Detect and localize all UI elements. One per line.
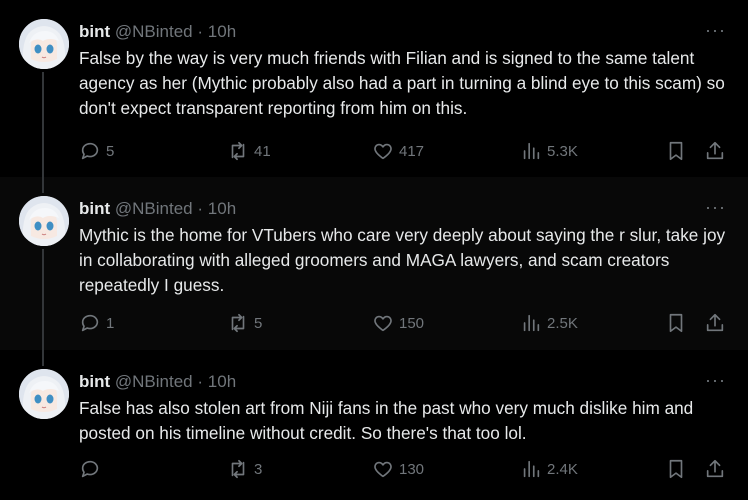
reply-icon <box>81 460 99 478</box>
tweet-content: bint @NBinted · 10h ··· False by the way… <box>79 20 726 121</box>
views-icon <box>523 314 540 332</box>
share-button[interactable] <box>704 457 726 481</box>
views-button[interactable]: 2.5K <box>520 311 578 335</box>
tweet-header: bint @NBinted · 10h <box>79 20 726 44</box>
like-count: 130 <box>399 460 425 478</box>
tweet-header: bint @NBinted · 10h <box>79 197 726 221</box>
author-handle[interactable]: @NBinted <box>115 22 193 41</box>
repost-count: 3 <box>254 460 263 478</box>
tweet-3[interactable]: bint @NBinted · 10h ··· False has also s… <box>0 350 748 500</box>
tweet-header: bint @NBinted · 10h <box>79 370 726 394</box>
views-count: 2.4K <box>547 460 578 478</box>
more-icon[interactable]: ··· <box>705 20 726 40</box>
more-icon[interactable]: ··· <box>705 370 726 390</box>
avatar[interactable] <box>19 369 69 419</box>
author-name[interactable]: bint <box>79 22 110 41</box>
bookmark-icon <box>669 313 683 333</box>
repost-button[interactable]: 5 <box>227 311 262 335</box>
avatar[interactable] <box>19 19 69 69</box>
like-button[interactable]: 130 <box>372 457 424 481</box>
reply-button[interactable]: 5 <box>79 139 114 163</box>
reply-icon <box>81 142 99 160</box>
reply-button[interactable] <box>79 457 106 481</box>
reply-count: 5 <box>106 142 115 160</box>
share-button[interactable] <box>704 139 726 163</box>
views-button[interactable]: 2.4K <box>520 457 578 481</box>
avatar[interactable] <box>19 196 69 246</box>
reply-count: 1 <box>106 314 115 332</box>
bookmark-button[interactable] <box>665 457 687 481</box>
author-handle[interactable]: @NBinted <box>115 199 193 218</box>
like-icon <box>374 143 392 160</box>
share-icon <box>706 141 724 160</box>
like-count: 150 <box>399 314 425 332</box>
tweet-1[interactable]: bint @NBinted · 10h ··· False by the way… <box>0 0 748 177</box>
views-icon <box>523 460 540 478</box>
reply-icon <box>81 314 99 332</box>
views-count: 5.3K <box>547 142 578 160</box>
tweet-text: False by the way is very much friends wi… <box>79 48 725 118</box>
author-name[interactable]: bint <box>79 199 110 218</box>
timestamp[interactable]: 10h <box>208 372 236 391</box>
timestamp[interactable]: 10h <box>208 199 236 218</box>
repost-button[interactable]: 3 <box>227 457 262 481</box>
tweet-text: False has also stolen art from Niji fans… <box>79 398 694 443</box>
thread: bint @NBinted · 10h ··· False by the way… <box>0 0 748 500</box>
tweet-2[interactable]: bint @NBinted · 10h ··· Mythic is the ho… <box>0 177 748 350</box>
bookmark-button[interactable] <box>665 311 687 335</box>
like-icon <box>374 315 392 332</box>
thread-line <box>42 350 44 366</box>
views-icon <box>523 142 540 160</box>
action-bar: 5 41 417 5.3K <box>0 139 748 163</box>
repost-icon <box>231 459 245 479</box>
views-button[interactable]: 5.3K <box>520 139 578 163</box>
action-bar: 1 5 150 2.5K <box>0 311 748 335</box>
repost-icon <box>231 141 245 161</box>
author-name[interactable]: bint <box>79 372 110 391</box>
timestamp[interactable]: 10h <box>208 22 236 41</box>
thread-line <box>42 177 44 193</box>
share-icon <box>706 313 724 332</box>
repost-count: 5 <box>254 314 263 332</box>
repost-icon <box>231 313 245 333</box>
tweet-text: Mythic is the home for VTubers who care … <box>79 225 726 295</box>
views-count: 2.5K <box>547 314 578 332</box>
repost-button[interactable]: 41 <box>227 139 271 163</box>
bookmark-button[interactable] <box>665 139 687 163</box>
like-button[interactable]: 417 <box>372 139 424 163</box>
separator: · <box>197 22 204 41</box>
tweet-content: bint @NBinted · 10h ··· Mythic is the ho… <box>79 197 726 298</box>
more-icon[interactable]: ··· <box>705 197 726 217</box>
action-bar: 3 130 2.4K <box>0 457 748 481</box>
separator: · <box>197 372 204 391</box>
separator: · <box>197 199 204 218</box>
like-count: 417 <box>399 142 425 160</box>
repost-count: 41 <box>254 142 271 160</box>
like-icon <box>374 461 392 478</box>
bookmark-icon <box>669 141 683 161</box>
share-button[interactable] <box>704 311 726 335</box>
reply-button[interactable]: 1 <box>79 311 114 335</box>
bookmark-icon <box>669 459 683 479</box>
author-handle[interactable]: @NBinted <box>115 372 193 391</box>
share-icon <box>706 459 724 478</box>
like-button[interactable]: 150 <box>372 311 424 335</box>
tweet-content: bint @NBinted · 10h ··· False has also s… <box>79 370 726 446</box>
